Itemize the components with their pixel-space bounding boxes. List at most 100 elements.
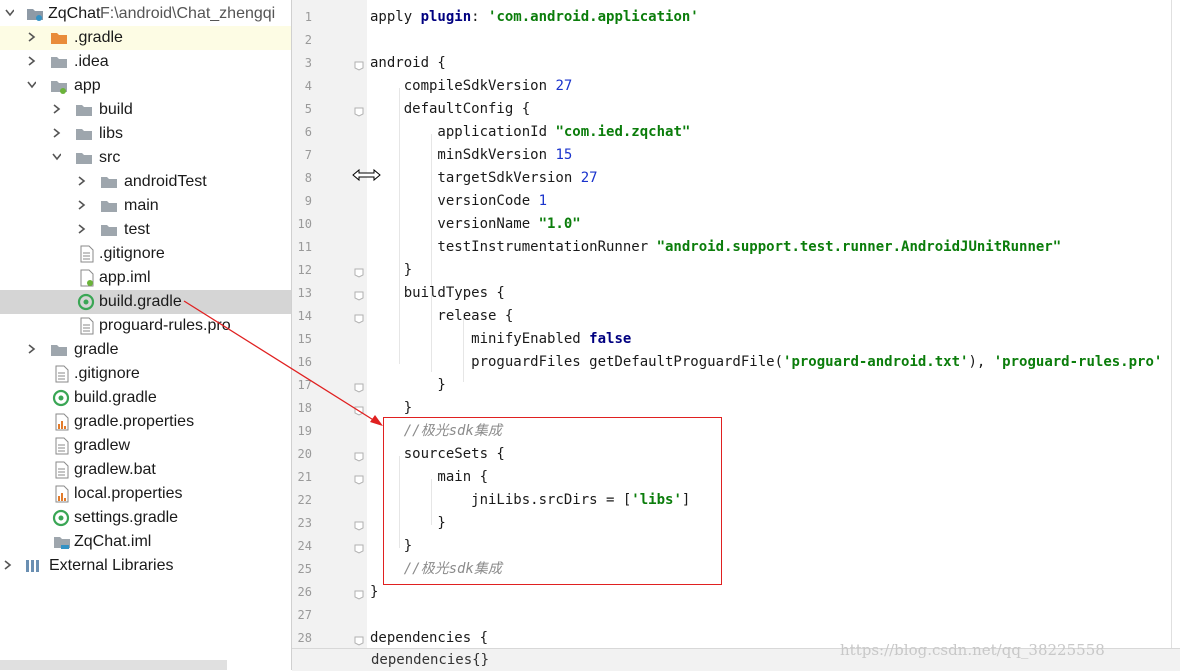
- tree-item-idea[interactable]: .idea: [0, 50, 291, 74]
- tree-item-gradlew-bat[interactable]: gradlew.bat: [0, 458, 291, 482]
- chevron-right-icon[interactable]: [27, 343, 36, 354]
- tree-item-zqchat-iml[interactable]: ZqChat.iml: [0, 530, 291, 554]
- code-line[interactable]: targetSdkVersion 27: [370, 167, 597, 190]
- code-token: apply: [370, 9, 421, 25]
- code-line[interactable]: defaultConfig {: [370, 98, 530, 121]
- code-line[interactable]: release {: [370, 305, 513, 328]
- code-line[interactable]: }: [370, 581, 378, 604]
- line-number: 8: [304, 171, 312, 185]
- fold-marker-icon[interactable]: [354, 311, 364, 324]
- fold-marker-icon[interactable]: [354, 518, 364, 531]
- tree-item-app-gitignore[interactable]: .gitignore: [0, 242, 291, 266]
- tree-item-root-build-gradle[interactable]: build.gradle: [0, 386, 291, 410]
- folder-icon: [50, 341, 68, 359]
- tree-item-gradlew[interactable]: gradlew: [0, 434, 291, 458]
- tree-item-external-libraries[interactable]: External Libraries: [0, 554, 291, 578]
- code-line[interactable]: apply plugin: 'com.android.application': [370, 6, 699, 29]
- tree-item-androidtest[interactable]: androidTest: [0, 170, 291, 194]
- line-number: 17: [297, 378, 312, 392]
- line-number: 2: [304, 33, 312, 47]
- tree-item-app-iml[interactable]: app.iml: [0, 266, 291, 290]
- tree-item-label: ZqChat: [48, 5, 101, 22]
- tree-item-app-build-gradle[interactable]: build.gradle: [0, 290, 291, 314]
- tree-item-main[interactable]: main: [0, 194, 291, 218]
- folder-icon: [100, 221, 118, 239]
- code-line[interactable]: minSdkVersion 15: [370, 144, 572, 167]
- fold-marker-icon[interactable]: [354, 633, 364, 646]
- tree-item-app[interactable]: app: [0, 74, 291, 98]
- fold-marker-icon[interactable]: [354, 380, 364, 393]
- fold-marker-icon[interactable]: [354, 472, 364, 485]
- code-line[interactable]: testInstrumentationRunner "android.suppo…: [370, 236, 1061, 259]
- code-line[interactable]: }: [370, 259, 412, 282]
- tree-item-label: libs: [99, 125, 124, 142]
- code-line[interactable]: applicationId "com.ied.zqchat": [370, 121, 690, 144]
- chevron-right-icon[interactable]: [27, 31, 36, 42]
- code-token: "1.0": [538, 216, 581, 232]
- folder-icon: [75, 125, 93, 143]
- right-margin-line: [1171, 0, 1172, 648]
- horizontal-scrollbar[interactable]: [0, 660, 227, 670]
- code-token: :: [471, 9, 489, 25]
- code-token: "com.ied.zqchat": [555, 124, 691, 140]
- code-token: versionCode: [370, 193, 539, 209]
- tree-item-gradle-dir[interactable]: .gradle: [0, 26, 291, 50]
- line-number: 13: [297, 286, 312, 300]
- code-line[interactable]: versionName "1.0": [370, 213, 581, 236]
- code-token: "android.support.test.runner.AndroidJUni…: [656, 239, 1062, 255]
- code-line[interactable]: buildTypes {: [370, 282, 505, 305]
- line-number: 16: [297, 355, 312, 369]
- fold-marker-icon[interactable]: [354, 449, 364, 462]
- code-token: applicationId: [370, 124, 556, 140]
- chevron-right-icon[interactable]: [77, 175, 86, 186]
- chevron-right-icon[interactable]: [27, 55, 36, 66]
- fold-marker-icon[interactable]: [354, 58, 364, 71]
- tree-item-local-properties[interactable]: local.properties: [0, 482, 291, 506]
- chevron-right-icon[interactable]: [77, 199, 86, 210]
- code-line[interactable]: }: [370, 374, 445, 397]
- code-line[interactable]: versionCode 1: [370, 190, 547, 213]
- tree-item-settings-gradle[interactable]: settings.gradle: [0, 506, 291, 530]
- gradle-file-icon: [52, 389, 70, 407]
- chevron-down-icon[interactable]: [27, 80, 36, 89]
- tree-item-label: main: [124, 197, 159, 214]
- chevron-right-icon[interactable]: [52, 103, 61, 114]
- line-number: 20: [297, 447, 312, 461]
- tree-item-root[interactable]: ZqChat F:\android\Chat_zhengqi: [0, 2, 291, 26]
- breadcrumb-item[interactable]: dependencies{}: [371, 652, 489, 668]
- text-file-icon: [53, 365, 71, 383]
- tree-item-label: app: [74, 77, 101, 94]
- fold-marker-icon[interactable]: [354, 541, 364, 554]
- tree-item-gradle-properties[interactable]: gradle.properties: [0, 410, 291, 434]
- fold-marker-icon[interactable]: [354, 288, 364, 301]
- chevron-right-icon[interactable]: [52, 127, 61, 138]
- tree-item-label: .idea: [74, 53, 109, 70]
- tree-item-build[interactable]: build: [0, 98, 291, 122]
- chevron-right-icon[interactable]: [77, 223, 86, 234]
- chevron-down-icon[interactable]: [52, 152, 61, 161]
- tree-item-proguard[interactable]: proguard-rules.pro: [0, 314, 291, 338]
- tree-item-gradle[interactable]: gradle: [0, 338, 291, 362]
- fold-marker-icon[interactable]: [354, 265, 364, 278]
- text-file-icon: [78, 317, 96, 335]
- line-number: 9: [304, 194, 312, 208]
- tree-item-src[interactable]: src: [0, 146, 291, 170]
- code-line[interactable]: compileSdkVersion 27: [370, 75, 573, 98]
- fold-marker-icon[interactable]: [354, 104, 364, 117]
- chevron-down-icon[interactable]: [5, 8, 14, 17]
- chevron-right-icon[interactable]: [3, 559, 12, 570]
- tree-item-label: gradle: [74, 341, 119, 358]
- code-line[interactable]: android {: [370, 52, 446, 75]
- tree-item-test[interactable]: test: [0, 218, 291, 242]
- project-tree-panel: ZqChat F:\android\Chat_zhengqi .gradle .…: [0, 0, 291, 670]
- line-number: 18: [297, 401, 312, 415]
- code-line[interactable]: dependencies {: [370, 627, 488, 650]
- tree-item-libs[interactable]: libs: [0, 122, 291, 146]
- fold-marker-icon[interactable]: [354, 587, 364, 600]
- code-line[interactable]: proguardFiles getDefaultProguardFile('pr…: [370, 351, 1162, 374]
- tree-item-root-gitignore[interactable]: .gitignore: [0, 362, 291, 386]
- fold-marker-icon[interactable]: [354, 403, 364, 416]
- tree-item-label: build.gradle: [99, 293, 182, 310]
- code-token: plugin: [420, 9, 472, 25]
- code-line[interactable]: minifyEnabled false: [370, 328, 631, 351]
